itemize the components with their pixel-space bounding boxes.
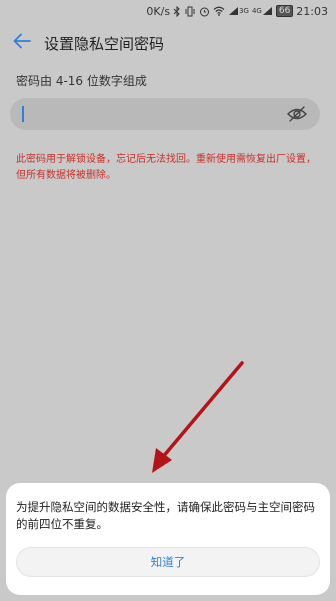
bluetooth-icon (173, 5, 181, 17)
password-hint: 密码由 4-16 位数字组成 (16, 74, 147, 88)
password-field[interactable] (10, 98, 320, 132)
password-input[interactable] (28, 98, 272, 132)
arrow-left-icon (13, 33, 31, 53)
battery-icon: 66 (275, 5, 294, 17)
app-header: 设置隐私空间密码 (0, 24, 336, 62)
eye-off-icon[interactable] (286, 104, 308, 124)
status-bar: 0K/s 3G 4G 66 21:03 (0, 0, 336, 22)
network-speed: 0K/s (146, 4, 171, 18)
text-cursor (22, 106, 24, 122)
signal-icon-1: 3G (228, 6, 249, 16)
status-time: 21:03 (296, 4, 328, 18)
page-title: 设置隐私空间密码 (44, 34, 165, 53)
dialog-message: 为提升隐私空间的数据安全性，请确保此密码与主空间密码的前四位不重复。 (16, 500, 315, 531)
got-it-button[interactable]: 知道了 (16, 547, 320, 577)
wifi-icon (213, 6, 225, 16)
back-button[interactable] (4, 25, 40, 61)
dialog: 为提升隐私空间的数据安全性，请确保此密码与主空间密码的前四位不重复。 知道了 (6, 483, 330, 595)
alarm-icon (199, 6, 210, 17)
vibrate-icon (184, 6, 196, 17)
signal-icon-2: 4G (252, 6, 273, 16)
warning-text: 此密码用于解锁设备，忘记后无法找回。重新使用需恢复出厂设置，但所有数据将被删除。 (16, 154, 316, 181)
